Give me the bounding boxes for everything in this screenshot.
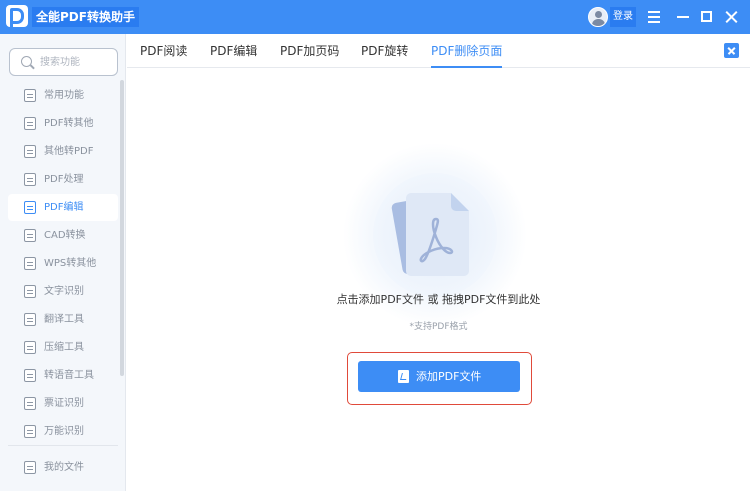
sidebar-item-label: 翻译工具: [44, 314, 84, 325]
sidebar-item-ticket[interactable]: 票证识别: [8, 390, 118, 417]
app-logo-icon: [6, 5, 28, 27]
sidebar-item-label: PDF转其他: [44, 118, 94, 129]
ticket-icon: [24, 397, 36, 410]
pdf-process-icon: [24, 173, 36, 186]
title-bar: 全能PDF转换助手 登录: [0, 0, 750, 34]
sidebar-item-label: 我的文件: [44, 462, 84, 473]
sidebar-item-pdf-to-other[interactable]: PDF转其他: [8, 110, 118, 137]
sidebar-item-label: PDF处理: [44, 174, 84, 185]
sidebar-item-speech[interactable]: 转语音工具: [8, 362, 118, 389]
close-window-icon[interactable]: [722, 7, 742, 27]
sidebar-item-label: PDF编辑: [44, 202, 84, 213]
pdf-file-icon: [398, 370, 409, 383]
tab-pdf-rotate[interactable]: PDF旋转: [361, 43, 408, 68]
sidebar-item-label: 常用功能: [44, 90, 84, 101]
sidebar-item-pdf-process[interactable]: PDF处理: [8, 166, 118, 193]
sidebar-item-scan[interactable]: 万能识别: [8, 418, 118, 445]
pdf-import-icon: [24, 145, 36, 158]
sidebar-scrollbar[interactable]: [120, 80, 124, 376]
compress-icon: [24, 341, 36, 354]
sidebar-item-label: WPS转其他: [44, 258, 97, 269]
tab-pdf-edit[interactable]: PDF编辑: [210, 43, 257, 68]
pdf-edit-icon: [24, 201, 36, 214]
sidebar-item-label: CAD转换: [44, 230, 86, 241]
speech-icon: [24, 369, 36, 382]
add-pdf-button[interactable]: 添加PDF文件: [358, 361, 520, 392]
sidebar-item-label: 其他转PDF: [44, 146, 94, 157]
search-box: [9, 48, 118, 76]
translate-icon: [24, 313, 36, 326]
sidebar-item-my-files[interactable]: 我的文件: [8, 454, 118, 481]
minimize-icon[interactable]: [673, 7, 693, 27]
sidebar-item-wps[interactable]: WPS转其他: [8, 250, 118, 277]
search-icon: [21, 56, 32, 67]
sidebar-item-label: 万能识别: [44, 426, 84, 437]
sidebar-item-translate[interactable]: 翻译工具: [8, 306, 118, 333]
close-tab-icon[interactable]: [724, 43, 739, 58]
main-panel: 点击添加PDF文件 或 拖拽PDF文件到此处 *支持PDF格式 添加PDF文件: [127, 69, 750, 491]
user-avatar-icon[interactable]: [588, 7, 608, 27]
app-title: 全能PDF转换助手: [32, 7, 139, 27]
cad-icon: [24, 229, 36, 242]
sidebar-item-label: 文字识别: [44, 286, 84, 297]
tab-pdf-delete-pages[interactable]: PDF删除页面: [431, 43, 503, 68]
ocr-icon: [24, 285, 36, 298]
sidebar-item-ocr[interactable]: 文字识别: [8, 278, 118, 305]
sidebar-item-label: 转语音工具: [44, 370, 94, 381]
tab-bar: PDF阅读 PDF编辑 PDF加页码 PDF旋转 PDF删除页面: [127, 34, 750, 68]
sidebar-item-cad[interactable]: CAD转换: [8, 222, 118, 249]
sidebar-divider: [8, 445, 118, 446]
folder-icon: [24, 461, 36, 474]
search-input[interactable]: [40, 54, 114, 70]
maximize-icon[interactable]: [697, 7, 717, 27]
sidebar-item-common[interactable]: 常用功能: [8, 82, 118, 109]
sidebar-item-pdf-edit[interactable]: PDF编辑: [8, 194, 118, 221]
sidebar-item-compress[interactable]: 压缩工具: [8, 334, 118, 361]
sidebar-item-other-to-pdf[interactable]: 其他转PDF: [8, 138, 118, 165]
tab-pdf-page-number[interactable]: PDF加页码: [280, 43, 339, 68]
wps-icon: [24, 257, 36, 270]
login-link[interactable]: 登录: [610, 7, 636, 27]
menu-icon[interactable]: [644, 7, 664, 27]
tab-pdf-read[interactable]: PDF阅读: [140, 43, 187, 68]
sidebar: 常用功能 PDF转其他 其他转PDF PDF处理 PDF编辑 CAD转换 WPS…: [0, 34, 126, 491]
format-hint-text: *支持PDF格式: [409, 322, 468, 332]
add-pdf-button-label: 添加PDF文件: [416, 370, 482, 383]
drop-hint-text: 点击添加PDF文件 或 拖拽PDF文件到此处: [336, 293, 541, 306]
scan-icon: [24, 425, 36, 438]
sidebar-item-label: 压缩工具: [44, 342, 84, 353]
sidebar-item-label: 票证识别: [44, 398, 84, 409]
star-doc-icon: [24, 89, 36, 102]
pdf-export-icon: [24, 117, 36, 130]
